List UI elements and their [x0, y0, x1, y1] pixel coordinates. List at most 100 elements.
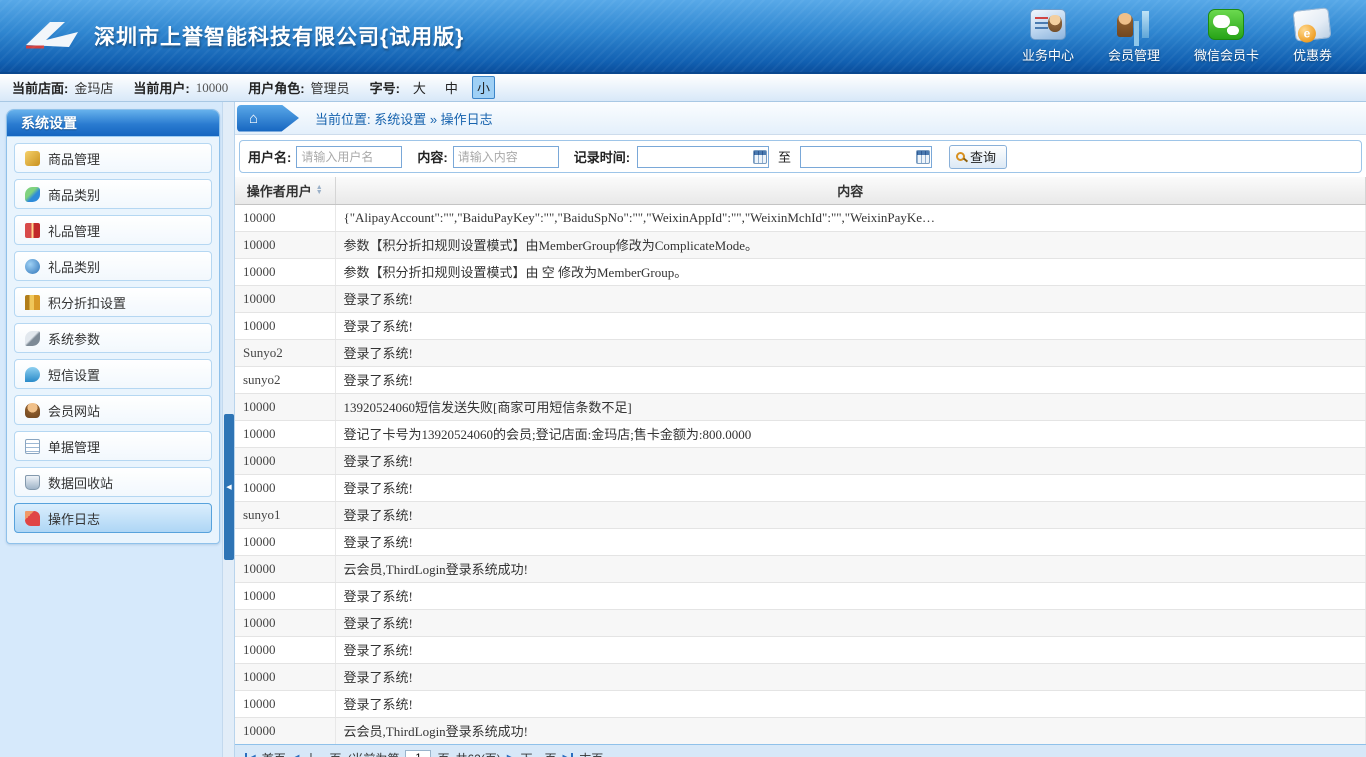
role-value: 管理员	[311, 78, 350, 97]
sidebar-item-goods-management[interactable]: 商品管理	[14, 143, 212, 173]
end-date-input[interactable]	[800, 146, 932, 168]
last-page-icon[interactable]: ▶	[563, 753, 574, 757]
goods-category-icon	[25, 187, 40, 202]
table-row[interactable]: 10000 登录了系统!	[235, 447, 1366, 474]
table-row[interactable]: 10000 登录了系统!	[235, 312, 1366, 339]
header-shortcuts: 业务中心 会员管理 微信会员卡 优惠券	[1022, 9, 1348, 64]
user-label: 当前用户:	[133, 78, 189, 97]
fontsize-option-font-size-medium[interactable]: 中	[440, 76, 463, 99]
total-pages: 共62(页)	[455, 750, 500, 757]
sidebar-item-data-recycle-bin[interactable]: 数据回收站	[14, 467, 212, 497]
record-time-label: 记录时间:	[574, 147, 630, 166]
sidebar-panel: 系统设置 商品管理 商品类别 礼品管理 礼品类别 积分折扣设置 系统参数 短信设…	[6, 109, 220, 544]
table-row[interactable]: 10000 参数【积分折扣规则设置模式】由 空 修改为MemberGroup。	[235, 258, 1366, 285]
calendar-icon[interactable]	[916, 150, 930, 164]
sidebar-item-system-parameters[interactable]: 系统参数	[14, 323, 212, 353]
table-row[interactable]: 10000 {"AlipayAccount":"","BaiduPayKey":…	[235, 204, 1366, 231]
cell-content: 登录了系统!	[335, 285, 1366, 312]
sidebar: 系统设置 商品管理 商品类别 礼品管理 礼品类别 积分折扣设置 系统参数 短信设…	[0, 102, 222, 757]
sidebar-splitter[interactable]: ◀	[222, 102, 234, 757]
page-number-input[interactable]	[405, 750, 431, 757]
sidebar-menu: 商品管理 商品类别 礼品管理 礼品类别 积分折扣设置 系统参数 短信设置 会员网…	[7, 143, 219, 533]
cell-content: 13920524060短信发送失败[商家可用短信条数不足]	[335, 393, 1366, 420]
pagination-bar: ◀ 首页 ◀ 上一页 (当前为第 页 共62(页) ▶ 下一页 ▶ 末页	[235, 744, 1366, 757]
table-row[interactable]: Sunyo2 登录了系统!	[235, 339, 1366, 366]
sidebar-item-gift-management[interactable]: 礼品管理	[14, 215, 212, 245]
cell-operator: sunyo2	[235, 366, 335, 393]
sidebar-item-gift-category[interactable]: 礼品类别	[14, 251, 212, 281]
table-row[interactable]: 10000 登录了系统!	[235, 528, 1366, 555]
table-row[interactable]: 10000 云会员,ThirdLogin登录系统成功!	[235, 717, 1366, 744]
column-header-operator[interactable]: 操作者用户 ▲▼	[235, 177, 335, 204]
cell-operator: 10000	[235, 663, 335, 690]
table-row[interactable]: 10000 登录了系统!	[235, 474, 1366, 501]
cell-content: 云会员,ThirdLogin登录系统成功!	[335, 555, 1366, 582]
points-discount-icon	[25, 295, 40, 310]
log-table: 操作者用户 ▲▼ 内容 10000 {"AlipayAccount":"","B…	[235, 177, 1366, 744]
table-row[interactable]: 10000 登录了系统!	[235, 690, 1366, 717]
sidebar-title: 系统设置	[7, 110, 219, 137]
workspace: 系统设置 商品管理 商品类别 礼品管理 礼品类别 积分折扣设置 系统参数 短信设…	[0, 102, 1366, 757]
cell-content: 云会员,ThirdLogin登录系统成功!	[335, 717, 1366, 744]
sidebar-item-points-discount-settings[interactable]: 积分折扣设置	[14, 287, 212, 317]
cell-operator: 10000	[235, 528, 335, 555]
home-icon[interactable]: ⌂	[237, 105, 299, 132]
sidebar-item-sms-settings[interactable]: 短信设置	[14, 359, 212, 389]
cell-operator: sunyo1	[235, 501, 335, 528]
fontsize-option-font-size-small[interactable]: 小	[472, 76, 495, 99]
table-body: 10000 {"AlipayAccount":"","BaiduPayKey":…	[235, 204, 1366, 744]
cell-content: 登录了系统!	[335, 609, 1366, 636]
fontsize-option-font-size-large[interactable]: 大	[408, 76, 431, 99]
next-page-button[interactable]: 下一页	[521, 750, 557, 757]
table-row[interactable]: 10000 登录了系统!	[235, 636, 1366, 663]
table-row[interactable]: 10000 登录了系统!	[235, 609, 1366, 636]
user-value: 10000	[196, 80, 229, 96]
sort-icon[interactable]: ▲▼	[316, 185, 323, 195]
sidebar-item-member-website[interactable]: 会员网站	[14, 395, 212, 425]
header-shortcut-business-center[interactable]: 业务中心	[1022, 9, 1074, 64]
username-input[interactable]	[296, 146, 402, 168]
sidebar-item-invoice-management[interactable]: 单据管理	[14, 431, 212, 461]
table-header-row: 操作者用户 ▲▼ 内容	[235, 177, 1366, 204]
search-icon	[956, 152, 965, 161]
table-row[interactable]: 10000 登录了系统!	[235, 582, 1366, 609]
table-row[interactable]: sunyo2 登录了系统!	[235, 366, 1366, 393]
sidebar-item-goods-category[interactable]: 商品类别	[14, 179, 212, 209]
table-row[interactable]: 10000 登录了系统!	[235, 663, 1366, 690]
calendar-icon[interactable]	[753, 150, 767, 164]
cell-operator: 10000	[235, 690, 335, 717]
cell-content: 登录了系统!	[335, 690, 1366, 717]
column-header-content[interactable]: 内容	[335, 177, 1366, 204]
search-button[interactable]: 查询	[949, 145, 1007, 169]
filter-bar: 用户名: 内容: 记录时间: 至 查询	[239, 140, 1362, 173]
header-shortcut-coupon[interactable]: 优惠券	[1293, 9, 1332, 64]
breadcrumb-bar: ⌂ 当前位置: 系统设置 » 操作日志	[235, 102, 1366, 135]
table-row[interactable]: 10000 登记了卡号为13920524060的会员;登记店面:金玛店;售卡金额…	[235, 420, 1366, 447]
cell-content: 登录了系统!	[335, 528, 1366, 555]
sidebar-collapse-handle[interactable]: ◀	[224, 414, 234, 560]
table-row[interactable]: 10000 13920524060短信发送失败[商家可用短信条数不足]	[235, 393, 1366, 420]
prev-page-icon[interactable]: ◀	[292, 753, 300, 757]
start-date-input[interactable]	[637, 146, 769, 168]
last-page-button[interactable]: 末页	[579, 750, 603, 757]
table-row[interactable]: 10000 参数【积分折扣规则设置模式】由MemberGroup修改为Compl…	[235, 231, 1366, 258]
cell-content: 登记了卡号为13920524060的会员;登记店面:金玛店;售卡金额为:800.…	[335, 420, 1366, 447]
cell-operator: 10000	[235, 258, 335, 285]
next-page-icon[interactable]: ▶	[507, 753, 515, 757]
table-row[interactable]: 10000 登录了系统!	[235, 285, 1366, 312]
cell-content: 参数【积分折扣规则设置模式】由MemberGroup修改为ComplicateM…	[335, 231, 1366, 258]
system-params-icon	[25, 331, 40, 346]
first-page-button[interactable]: 首页	[262, 750, 286, 757]
table-row[interactable]: 10000 云会员,ThirdLogin登录系统成功!	[235, 555, 1366, 582]
header-shortcut-wechat-member-card[interactable]: 微信会员卡	[1194, 9, 1259, 64]
table-row[interactable]: sunyo1 登录了系统!	[235, 501, 1366, 528]
store-label: 当前店面:	[12, 78, 68, 97]
username-label: 用户名:	[248, 147, 291, 166]
sms-icon	[25, 367, 40, 382]
status-toolbar: 当前店面: 金玛店 当前用户: 10000 用户角色: 管理员 字号: 大中小	[0, 74, 1366, 102]
first-page-icon[interactable]: ◀	[245, 753, 256, 757]
sidebar-item-operation-log[interactable]: 操作日志	[14, 503, 212, 533]
header-shortcut-member-management[interactable]: 会员管理	[1108, 9, 1160, 64]
content-input[interactable]	[453, 146, 559, 168]
prev-page-button[interactable]: 上一页	[305, 750, 341, 757]
